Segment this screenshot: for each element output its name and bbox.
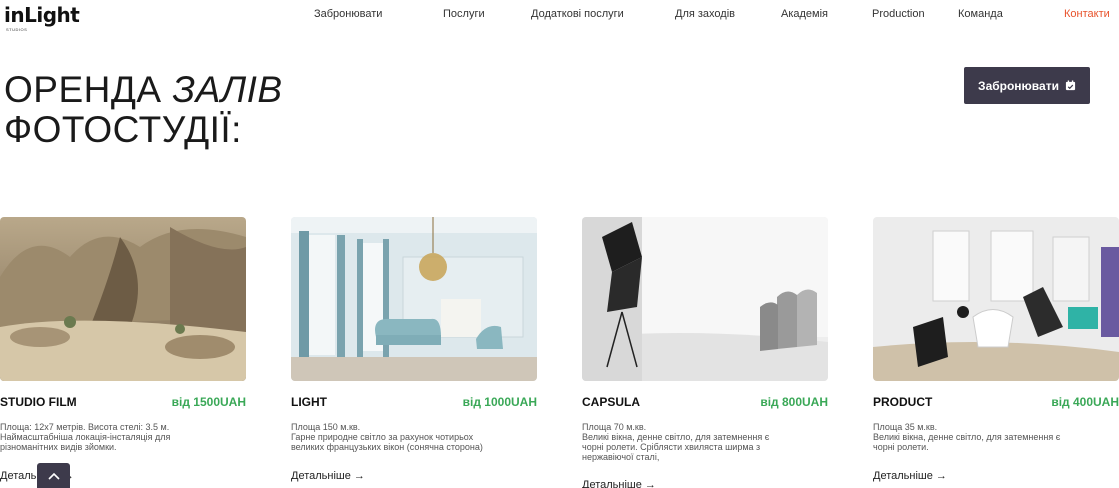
studio-price: від 800UAH xyxy=(760,395,828,409)
studio-price: від 1000UAH xyxy=(462,395,537,409)
nav-item-production[interactable]: Production xyxy=(872,8,925,20)
title-word-rent: ОРЕНДА xyxy=(4,69,162,110)
scroll-to-top-button[interactable] xyxy=(37,463,70,488)
studio-capsula-image xyxy=(582,217,828,381)
studio-photo-capsula[interactable] xyxy=(582,217,828,381)
nav-item-extra-services[interactable]: Додаткові послуги xyxy=(531,8,624,20)
desc-line: Площа: 12х7 метрів. Висота стелі: 3.5 м. xyxy=(0,422,170,432)
details-link[interactable]: Детальніше → xyxy=(582,479,656,488)
studio-description: Площа 70 м.кв. Великі вікна, денне світл… xyxy=(582,422,828,462)
studio-product-image xyxy=(873,217,1119,381)
studio-card-film[interactable]: STUDIO FILM від 1500UAH Площа: 12х7 метр… xyxy=(0,217,246,482)
details-link[interactable]: Детальніше → xyxy=(873,470,947,482)
desc-line: Великі вікна, денне світло, для затемнен… xyxy=(873,432,1061,442)
studio-film-image xyxy=(0,217,246,381)
desc-line: різноманітних видів зйомки. xyxy=(0,442,117,452)
studio-name: PRODUCT xyxy=(873,395,933,409)
studio-card-product[interactable]: PRODUCT від 400UAH Площа 35 м.кв. Великі… xyxy=(873,217,1119,482)
nav-item-contacts[interactable]: Контакти xyxy=(1064,8,1110,20)
chevron-up-icon xyxy=(47,472,60,480)
desc-line: чорні ролети. Сріблясти хвиляста ширма з xyxy=(582,442,761,452)
studio-price: від 1500UAH xyxy=(171,395,246,409)
studio-description: Площа 35 м.кв. Великі вікна, денне світл… xyxy=(873,422,1119,452)
desc-line: Гарне природне світло за рахунок чотирьо… xyxy=(291,432,474,442)
desc-line: Наймасштабніша локація-інсталяція для xyxy=(0,432,171,442)
desc-line: Площа 35 м.кв. xyxy=(873,422,938,432)
page-title: ОРЕНДА ЗАЛІВ ФОТОСТУДІЇ: xyxy=(4,70,283,150)
desc-line: Великі вікна, денне світло, для затемнен… xyxy=(582,432,770,442)
details-link[interactable]: Детальніше → xyxy=(291,470,365,482)
book-button-label: Забронювати xyxy=(978,78,1059,93)
studio-photo-light[interactable] xyxy=(291,217,537,381)
studio-heading-row: STUDIO FILM від 1500UAH xyxy=(0,395,246,409)
nav-item-events[interactable]: Для заходів xyxy=(675,8,735,20)
nav-item-services[interactable]: Послуги xyxy=(443,8,485,20)
studio-heading-row: CAPSULA від 800UAH xyxy=(582,395,828,409)
studio-card-capsula[interactable]: CAPSULA від 800UAH Площа 70 м.кв. Великі… xyxy=(582,217,828,488)
nav-item-academy[interactable]: Академія xyxy=(781,8,828,20)
desc-line: нержавіючої сталі, xyxy=(582,452,660,462)
desc-line: чорні ролети. xyxy=(873,442,929,452)
desc-line: великих французьких вікон (сонячна сторо… xyxy=(291,442,483,452)
studio-heading-row: PRODUCT від 400UAH xyxy=(873,395,1119,409)
studio-photo-product[interactable] xyxy=(873,217,1119,381)
studio-description: Площа: 12х7 метрів. Висота стелі: 3.5 м.… xyxy=(0,422,246,452)
studio-name: STUDIO FILM xyxy=(0,395,77,409)
nav-item-team[interactable]: Команда xyxy=(958,8,1003,20)
logo-subtext: STUDIOS xyxy=(6,27,28,32)
title-line-studio: ФОТОСТУДІЇ: xyxy=(4,109,242,150)
studio-heading-row: LIGHT від 1000UAH xyxy=(291,395,537,409)
studio-light-image xyxy=(291,217,537,381)
studio-price: від 400UAH xyxy=(1051,395,1119,409)
desc-line: Площа 70 м.кв. xyxy=(582,422,647,432)
desc-line: Площа 150 м.кв. xyxy=(291,422,361,432)
calendar-icon xyxy=(1065,80,1076,91)
nav-item-book[interactable]: Забронювати xyxy=(314,8,382,20)
studio-name: LIGHT xyxy=(291,395,327,409)
studio-photo-film[interactable] xyxy=(0,217,246,381)
main-nav: Забронювати Послуги Додаткові послуги Дл… xyxy=(0,8,1119,24)
studio-card-light[interactable]: LIGHT від 1000UAH Площа 150 м.кв. Гарне … xyxy=(291,217,537,482)
book-button[interactable]: Забронювати xyxy=(964,67,1090,104)
title-word-halls: ЗАЛІВ xyxy=(172,69,283,110)
studio-name: CAPSULA xyxy=(582,395,641,409)
studio-description: Площа 150 м.кв. Гарне природне світло за… xyxy=(291,422,537,452)
